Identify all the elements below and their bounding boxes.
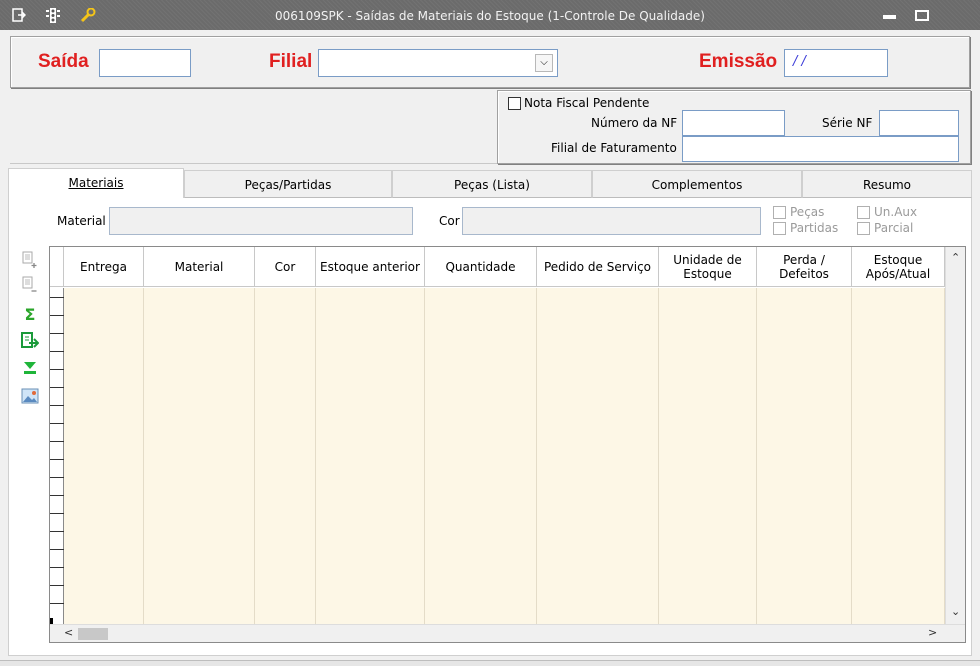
col-header-cor[interactable]: Cor bbox=[255, 247, 316, 287]
window-title: 006109SPK - Saídas de Materiais do Estoq… bbox=[275, 9, 705, 23]
partidas-checkbox[interactable] bbox=[773, 222, 786, 235]
tab-materiais[interactable]: Materiais bbox=[8, 168, 184, 198]
scroll-down-icon[interactable]: ⌄ bbox=[951, 605, 960, 618]
col-header-entrega[interactable]: Entrega bbox=[64, 247, 144, 287]
col-estoque-anterior[interactable] bbox=[316, 288, 425, 625]
numero-nf-label: Número da NF bbox=[591, 116, 678, 130]
col-header-estoque-apos-atual[interactable]: Estoque Após/Atual bbox=[852, 247, 945, 287]
scroll-up-icon[interactable]: ⌃ bbox=[951, 251, 960, 264]
sum-icon[interactable]: Σ bbox=[21, 306, 39, 324]
col-header-pedido-servico[interactable]: Pedido de Serviço bbox=[537, 247, 659, 287]
title-bar: 006109SPK - Saídas de Materiais do Estoq… bbox=[0, 0, 980, 30]
numero-nf-input[interactable] bbox=[682, 110, 785, 136]
col-estoque-apos-atual[interactable] bbox=[852, 288, 945, 625]
material-label: Material bbox=[57, 214, 106, 228]
cor-label: Cor bbox=[439, 214, 460, 228]
material-filter-input[interactable] bbox=[109, 207, 413, 235]
unaux-checkbox[interactable] bbox=[857, 206, 870, 219]
filial-label: Filial bbox=[269, 51, 313, 72]
parcial-checkbox[interactable] bbox=[857, 222, 870, 235]
header-panel: Saída Filial ⌵ Emissão / / bbox=[10, 36, 970, 88]
saida-input[interactable] bbox=[99, 49, 191, 77]
col-material[interactable] bbox=[144, 288, 255, 625]
minimize-button[interactable] bbox=[883, 15, 896, 19]
tab-resumo[interactable]: Resumo bbox=[802, 170, 972, 198]
nf-panel: Nota Fiscal Pendente Número da NF Série … bbox=[497, 90, 971, 164]
grid-corner bbox=[50, 247, 64, 287]
download-icon[interactable] bbox=[21, 360, 39, 378]
scroll-left-icon[interactable]: < bbox=[64, 626, 73, 639]
export-data-icon[interactable] bbox=[21, 332, 40, 350]
col-entrega[interactable] bbox=[64, 288, 144, 625]
tab-pecas-lista[interactable]: Peças (Lista) bbox=[392, 170, 592, 198]
col-unidade-estoque[interactable] bbox=[659, 288, 757, 625]
materials-grid[interactable]: Entrega Material Cor Estoque anterior Qu… bbox=[49, 246, 966, 643]
row-indicator bbox=[50, 288, 64, 626]
cor-filter-input[interactable] bbox=[462, 207, 761, 235]
col-header-unidade-estoque[interactable]: Unidade de Estoque bbox=[659, 247, 757, 287]
tab-pecas-partidas[interactable]: Peças/Partidas bbox=[184, 170, 392, 198]
status-strip bbox=[0, 660, 980, 666]
col-header-material[interactable]: Material bbox=[144, 247, 255, 287]
saida-label: Saída bbox=[38, 51, 89, 72]
maximize-button[interactable] bbox=[915, 10, 929, 21]
nota-fiscal-pendente-label: Nota Fiscal Pendente bbox=[524, 96, 650, 110]
chevron-down-icon[interactable]: ⌵ bbox=[535, 54, 553, 72]
col-header-quantidade[interactable]: Quantidade bbox=[425, 247, 537, 287]
parcial-label: Parcial bbox=[874, 221, 914, 235]
filial-select[interactable]: ⌵ bbox=[318, 49, 558, 77]
col-cor[interactable] bbox=[255, 288, 316, 625]
nota-fiscal-pendente-checkbox[interactable] bbox=[508, 97, 521, 110]
pecas-checkbox[interactable] bbox=[773, 206, 786, 219]
col-perda-defeitos[interactable] bbox=[757, 288, 852, 625]
col-pedido-servico[interactable] bbox=[537, 288, 659, 625]
filial-faturamento-label: Filial de Faturamento bbox=[551, 141, 677, 155]
scroll-thumb[interactable] bbox=[78, 628, 108, 640]
emissao-label: Emissão bbox=[699, 51, 778, 72]
unaux-label: Un.Aux bbox=[874, 205, 918, 219]
horizontal-scrollbar[interactable]: < > bbox=[50, 624, 965, 642]
col-quantidade[interactable] bbox=[425, 288, 537, 625]
remove-row-icon[interactable] bbox=[21, 276, 39, 294]
scroll-right-icon[interactable]: > bbox=[928, 626, 937, 639]
pecas-label: Peças bbox=[790, 205, 825, 219]
emissao-date-input[interactable]: / / bbox=[784, 49, 888, 77]
col-header-perda-defeitos[interactable]: Perda / Defeitos bbox=[757, 247, 852, 287]
vertical-scrollbar[interactable]: ⌃ ⌄ bbox=[945, 247, 965, 625]
serie-nf-input[interactable] bbox=[879, 110, 959, 136]
partidas-label: Partidas bbox=[790, 221, 839, 235]
add-row-icon[interactable] bbox=[21, 251, 39, 269]
col-header-estoque-anterior[interactable]: Estoque anterior bbox=[316, 247, 425, 287]
serie-nf-label: Série NF bbox=[822, 116, 873, 130]
filial-faturamento-input[interactable] bbox=[682, 136, 959, 162]
image-icon[interactable] bbox=[21, 387, 39, 405]
tab-complementos[interactable]: Complementos bbox=[592, 170, 802, 198]
